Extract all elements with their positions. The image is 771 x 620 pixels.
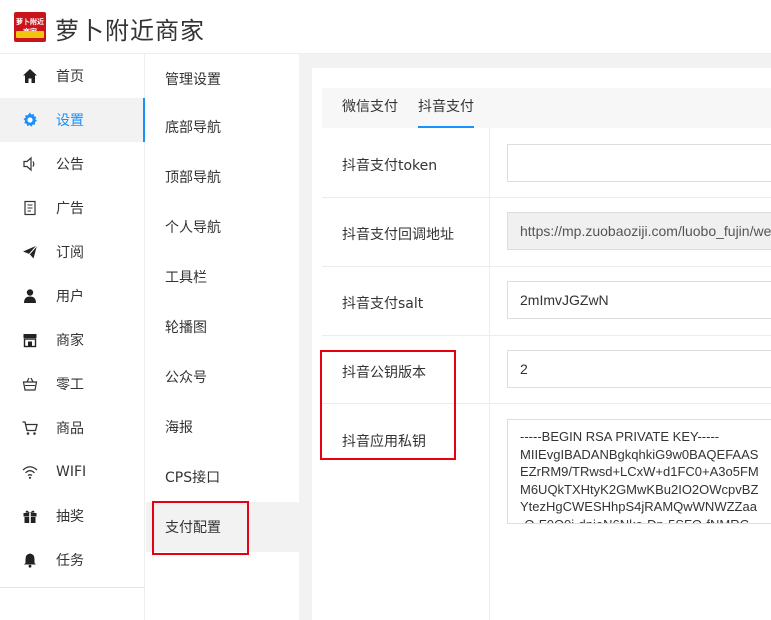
private-key-textarea[interactable]: -----BEGIN RSA PRIVATE KEY----- MIIEvgIB…: [507, 419, 771, 524]
cart-icon: [22, 420, 38, 436]
sidebar-item-announcements[interactable]: 公告: [0, 142, 145, 186]
sidebar-item-label: 公告: [56, 157, 84, 173]
row-separator: [322, 335, 771, 336]
app-header: 萝卜附近商家 萝卜附近商家: [0, 0, 771, 54]
subnav-item-cps-api[interactable]: CPS接口: [146, 452, 299, 502]
sidebar-item-label: 商品: [56, 421, 84, 437]
main-sidebar: 首页 设置 公告 广告 订阅 用户 商家 零工 商品 WIFI 抽奖 任务: [0, 54, 145, 620]
salt-input[interactable]: 2mImvJGZwN: [507, 281, 771, 319]
label-column-divider: [489, 128, 490, 620]
sidebar-item-subscribe[interactable]: 订阅: [0, 230, 145, 274]
wifi-icon: [22, 464, 38, 480]
sidebar-item-merchants[interactable]: 商家: [0, 318, 145, 362]
sidebar-item-ads[interactable]: 广告: [0, 186, 145, 230]
payment-tabs: 微信支付 抖音支付: [322, 88, 771, 128]
sidebar-item-lottery[interactable]: 抽奖: [0, 494, 145, 538]
bell-icon: [22, 552, 38, 568]
sidebar-item-gig[interactable]: 零工: [0, 362, 145, 406]
sidebar-item-label: 广告: [56, 201, 84, 217]
subnav-item-top-nav[interactable]: 顶部导航: [146, 152, 299, 202]
row-separator: [322, 266, 771, 267]
subnav-item-poster[interactable]: 海报: [146, 402, 299, 452]
subnav-item-bottom-nav[interactable]: 底部导航: [146, 102, 299, 152]
sidebar-item-settings[interactable]: 设置: [0, 98, 145, 142]
home-icon: [22, 68, 38, 84]
store-icon: [22, 332, 38, 348]
subnav-item-official-account[interactable]: 公众号: [146, 352, 299, 402]
callback-url-label: 抖音支付回调地址: [342, 227, 454, 243]
sidebar-item-home[interactable]: 首页: [0, 54, 145, 98]
salt-label: 抖音支付salt: [342, 296, 424, 312]
subnav-item-label: 轮播图: [165, 320, 207, 336]
sidebar-item-label: 抽奖: [56, 509, 84, 525]
subnav-item-label: 工具栏: [165, 270, 207, 286]
sidebar-item-label: 任务: [56, 553, 84, 569]
subnav-item-personal-nav[interactable]: 个人导航: [146, 202, 299, 252]
gear-icon: [22, 112, 38, 128]
subnav-item-label: 个人导航: [165, 220, 221, 236]
sidebar-item-label: 订阅: [56, 245, 84, 261]
tab-wechat-pay[interactable]: 微信支付: [342, 88, 398, 128]
token-label: 抖音支付token: [342, 158, 438, 174]
subnav-item-label: 管理设置: [165, 72, 221, 88]
sidebar-item-label: 商家: [56, 333, 84, 349]
sidebar-item-tasks[interactable]: 任务: [0, 538, 145, 582]
paper-plane-icon: [22, 244, 38, 260]
subnav-item-carousel[interactable]: 轮播图: [146, 302, 299, 352]
subnav-item-label: 公众号: [165, 370, 207, 386]
gift-icon: [22, 508, 38, 524]
sidebar-item-products[interactable]: 商品: [0, 406, 145, 450]
subnav-item-label: 海报: [165, 420, 193, 436]
tab-douyin-pay[interactable]: 抖音支付: [418, 88, 474, 128]
sidebar-item-label: 首页: [56, 69, 84, 85]
brand-logo[interactable]: 萝卜附近商家: [14, 12, 46, 42]
speaker-icon: [22, 156, 38, 172]
token-input[interactable]: [507, 144, 771, 182]
sidebar-item-users[interactable]: 用户: [0, 274, 145, 318]
subnav-item-label: CPS接口: [165, 470, 221, 486]
key-fields-highlight: [320, 350, 456, 460]
sidebar-divider: [0, 587, 145, 588]
payment-config-highlight: [152, 501, 249, 555]
public-key-version-input[interactable]: 2: [507, 350, 771, 388]
sidebar-item-label: WIFI: [56, 464, 87, 480]
subnav-item-label: 底部导航: [165, 120, 221, 136]
sidebar-item-wifi[interactable]: WIFI: [0, 450, 145, 494]
app-title: 萝卜附近商家: [55, 17, 205, 45]
row-separator: [322, 197, 771, 198]
sidebar-item-label: 设置: [56, 113, 84, 129]
user-icon: [22, 288, 38, 304]
basket-icon: [22, 376, 38, 392]
subnav-item-toolbar[interactable]: 工具栏: [146, 252, 299, 302]
sidebar-item-label: 零工: [56, 377, 84, 393]
callback-url-input[interactable]: https://mp.zuobaoziji.com/luobo_fujin/we…: [507, 212, 771, 250]
brand-logo-stripe: [16, 31, 44, 38]
subnav-item-management[interactable]: 管理设置: [146, 54, 299, 104]
sidebar-item-label: 用户: [56, 289, 84, 305]
subnav-item-label: 顶部导航: [165, 170, 221, 186]
document-icon: [22, 200, 38, 216]
